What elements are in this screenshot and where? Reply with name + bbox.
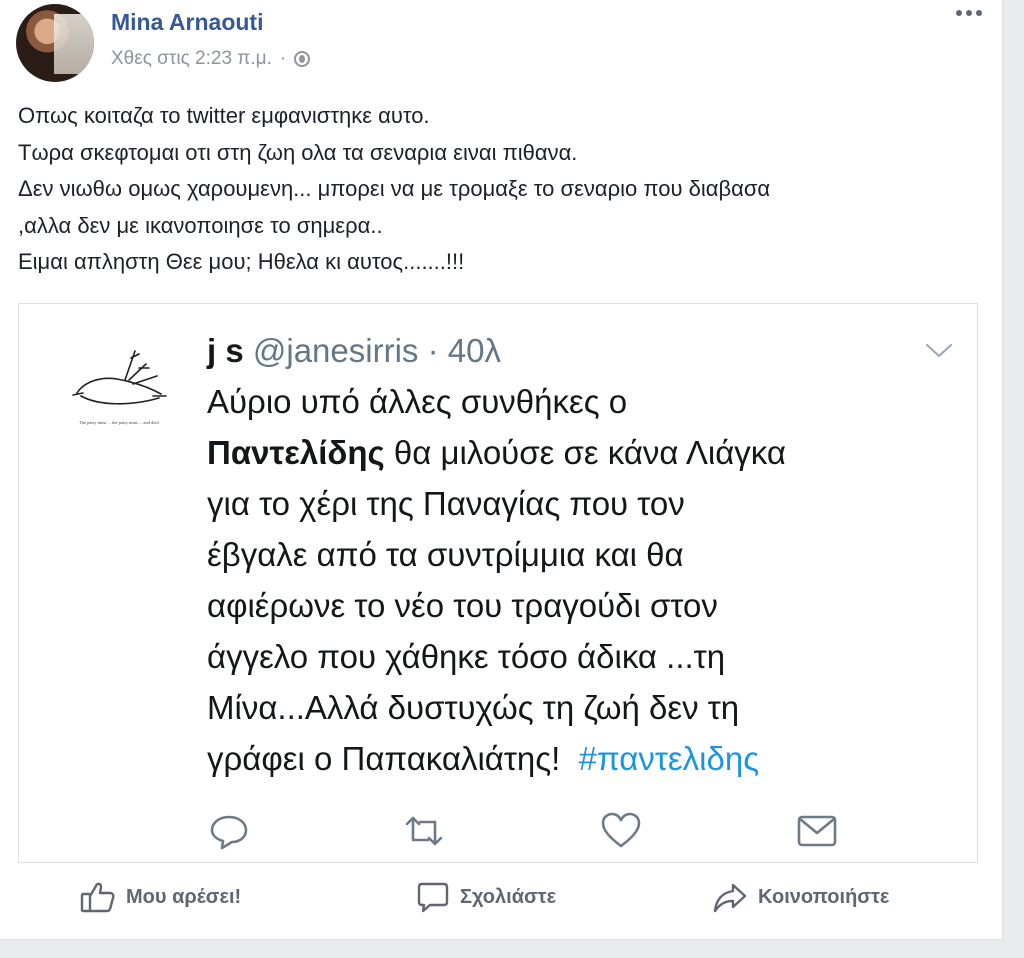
tweet-line-rest: θα μιλούσε σε κάνα Λιάγκα — [384, 434, 786, 471]
embedded-tweet[interactable]: The party must ... the party must ... an… — [18, 303, 978, 863]
post-actions-bar: Μου αρέσει! Σχολιάστε Κοινοποιήστε — [0, 868, 1003, 938]
post-text-line: Ειμαι απληστη Θεε μου; Ηθελα κι αυτος...… — [18, 249, 465, 274]
reply-icon[interactable] — [207, 809, 251, 853]
comment-bubble-icon — [417, 882, 449, 913]
direct-message-icon[interactable] — [795, 809, 839, 853]
tweet-line: Αύριο υπό άλλες συνθήκες ο — [207, 383, 628, 420]
author-avatar[interactable] — [16, 4, 94, 82]
like-heart-icon[interactable] — [599, 809, 643, 853]
thumbs-up-icon — [80, 882, 115, 913]
share-button[interactable]: Κοινοποιήστε — [712, 880, 889, 914]
tweet-avatar-caption: The party must ... the party must ... an… — [79, 420, 159, 425]
like-label: Μου αρέσει! — [126, 885, 242, 908]
tweet-avatar[interactable]: The party must ... the party must ... an… — [69, 346, 169, 456]
share-arrow-icon — [713, 883, 747, 913]
facebook-post: Mina Arnaouti Χθες στις 2:23 π.μ. · Οπως… — [0, 0, 1003, 940]
tweet-line: αφιέρωνε το νέο του τραγούδι στον — [207, 587, 718, 624]
tweet-line: για το χέρι της Παναγίας που τον — [207, 485, 685, 522]
tweet-line: γράφει ο Παπακαλιάτης! #παντελιδης — [207, 733, 967, 784]
tweet-header: j s @janesirris · 40λ — [207, 332, 501, 370]
tweet-line: Παντελίδης θα μιλούσε σε κάνα Λιάγκα — [207, 427, 967, 478]
post-text: Οπως κοιταζα το twitter εμφανιστηκε αυτο… — [18, 98, 978, 281]
post-text-line: Οπως κοιταζα το twitter εμφανιστηκε αυτο… — [18, 103, 430, 128]
like-button[interactable]: Μου αρέσει! — [80, 880, 241, 914]
tweet-bold-name: Παντελίδης — [207, 434, 385, 471]
tweet-separator: · — [427, 332, 439, 369]
retweet-icon[interactable] — [402, 809, 446, 853]
author-name[interactable]: Mina Arnaouti — [111, 9, 263, 36]
tweet-line: έβγαλε από τα συντρίμμια και θα — [207, 536, 684, 573]
tweet-line: Μίνα...Αλλά δυστυχώς τη ζωή δεν τη — [207, 689, 740, 726]
post-meta: Χθες στις 2:23 π.μ. · — [111, 48, 311, 70]
tweet-line: άγγελο που χάθηκε τόσο άδικα ...τη — [207, 638, 726, 675]
meta-separator: · — [279, 48, 287, 69]
tweet-time[interactable]: 40λ — [448, 332, 501, 369]
post-text-line: Δεν νιωθω ομως χαρουμενη... μπορει να με… — [18, 176, 771, 201]
tweet-line-prefix: γράφει ο Παπακαλιάτης! — [207, 740, 579, 777]
tweet-handle[interactable]: @janesirris — [253, 332, 419, 369]
post-text-line: ,αλλα δεν με ικανοποιησε το σημερα.. — [18, 212, 383, 238]
tweet-hashtag[interactable]: #παντελιδης — [579, 740, 759, 777]
share-label: Κοινοποιήστε — [758, 885, 890, 908]
comment-label: Σχολιάστε — [460, 885, 557, 908]
comment-button[interactable]: Σχολιάστε — [416, 880, 556, 914]
chevron-down-icon[interactable] — [924, 340, 954, 360]
tweet-text: Αύριο υπό άλλες συνθήκες ο Παντελίδης θα… — [207, 376, 967, 784]
tweet-author-name[interactable]: j s — [207, 332, 244, 369]
more-options-button[interactable] — [955, 8, 983, 18]
post-text-line: Τωρα σκεφτομαι οτι στη ζωη ολα τα σεναρι… — [18, 139, 578, 165]
more-dots-icon — [956, 10, 982, 16]
post-timestamp[interactable]: Χθες στις 2:23 π.μ. — [111, 48, 272, 70]
globe-icon[interactable] — [294, 51, 311, 67]
